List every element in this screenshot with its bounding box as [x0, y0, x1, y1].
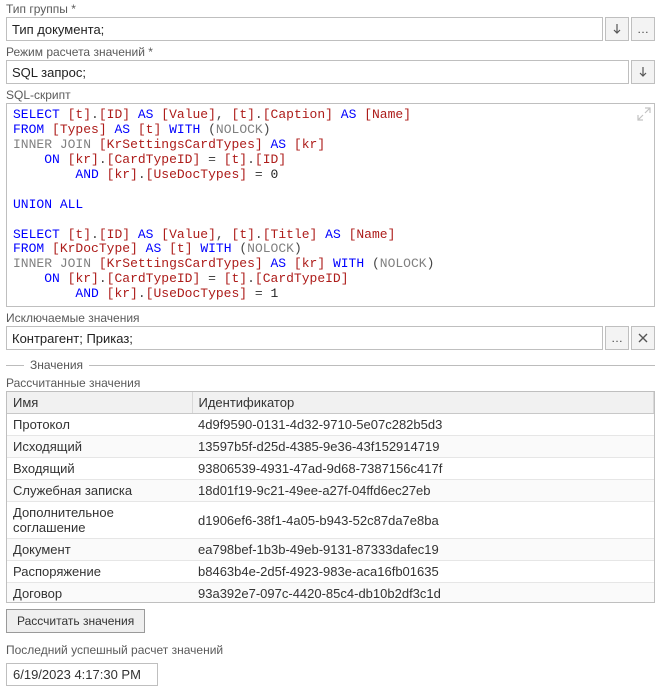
- cell-id: 4d9f9590-0131-4d32-9710-5e07c282b5d3: [192, 414, 654, 436]
- cell-name: Исходящий: [7, 436, 192, 458]
- cell-id: 13597b5f-d25d-4385-9e36-43f152914719: [192, 436, 654, 458]
- arrow-down-icon: [637, 66, 649, 78]
- values-section-title: Значения: [30, 358, 83, 372]
- cell-name: Дополнительное соглашение: [7, 502, 192, 539]
- cell-id: 93a392e7-097c-4420-85c4-db10b2df3c1d: [192, 583, 654, 603]
- values-table: Имя Идентификатор Протокол4d9f9590-0131-…: [6, 391, 655, 603]
- ellipsis-icon: …: [611, 331, 623, 345]
- table-row[interactable]: Документea798bef-1b3b-49eb-9131-87333daf…: [7, 539, 654, 561]
- group-type-dropdown-button[interactable]: [605, 17, 629, 41]
- table-row[interactable]: Договор93a392e7-097c-4420-85c4-db10b2df3…: [7, 583, 654, 603]
- calculated-values-label: Рассчитанные значения: [2, 376, 659, 390]
- sql-script-editor[interactable]: SELECT [t].[ID] AS [Value], [t].[Caption…: [6, 103, 655, 307]
- table-row[interactable]: Дополнительное соглашениеd1906ef6-38f1-4…: [7, 502, 654, 539]
- last-calc-value: 6/19/2023 4:17:30 PM: [6, 663, 158, 686]
- column-header-name[interactable]: Имя: [7, 392, 192, 414]
- group-type-browse-button[interactable]: …: [631, 17, 655, 41]
- group-type-label: Тип группы *: [6, 2, 655, 16]
- group-type-input[interactable]: [6, 17, 603, 41]
- cell-name: Входящий: [7, 458, 192, 480]
- ellipsis-icon: …: [637, 22, 649, 36]
- cell-name: Договор: [7, 583, 192, 603]
- arrow-down-icon: [611, 23, 623, 35]
- table-row[interactable]: Исходящий13597b5f-d25d-4385-9e36-43f1529…: [7, 436, 654, 458]
- table-row[interactable]: Распоряжениеb8463b4e-2d5f-4923-983e-aca1…: [7, 561, 654, 583]
- cell-name: Документ: [7, 539, 192, 561]
- cell-id: b8463b4e-2d5f-4923-983e-aca16fb01635: [192, 561, 654, 583]
- excluded-label: Исключаемые значения: [6, 311, 655, 325]
- expand-icon: [636, 106, 652, 122]
- cell-id: 93806539-4931-47ad-9d68-7387156c417f: [192, 458, 654, 480]
- cell-id: d1906ef6-38f1-4a05-b943-52c87da7e8ba: [192, 502, 654, 539]
- calc-mode-label: Режим расчета значений *: [6, 45, 655, 59]
- close-icon: [637, 332, 649, 344]
- calc-mode-input[interactable]: [6, 60, 629, 84]
- excluded-browse-button[interactable]: …: [605, 326, 629, 350]
- calculate-button[interactable]: Рассчитать значения: [6, 609, 145, 633]
- calc-mode-dropdown-button[interactable]: [631, 60, 655, 84]
- cell-name: Протокол: [7, 414, 192, 436]
- cell-id: 18d01f19-9c21-49ee-a27f-04ffd6ec27eb: [192, 480, 654, 502]
- excluded-input[interactable]: [6, 326, 603, 350]
- values-table-scroll[interactable]: Имя Идентификатор Протокол4d9f9590-0131-…: [7, 392, 654, 602]
- cell-id: ea798bef-1b3b-49eb-9131-87333dafec19: [192, 539, 654, 561]
- values-section-header: Значения: [6, 358, 655, 372]
- sql-expand-button[interactable]: [636, 106, 652, 122]
- table-row[interactable]: Служебная записка18d01f19-9c21-49ee-a27f…: [7, 480, 654, 502]
- table-row[interactable]: Протокол4d9f9590-0131-4d32-9710-5e07c282…: [7, 414, 654, 436]
- excluded-clear-button[interactable]: [631, 326, 655, 350]
- column-header-id[interactable]: Идентификатор: [192, 392, 654, 414]
- table-row[interactable]: Входящий93806539-4931-47ad-9d68-7387156c…: [7, 458, 654, 480]
- cell-name: Служебная записка: [7, 480, 192, 502]
- cell-name: Распоряжение: [7, 561, 192, 583]
- sql-script-label: SQL-скрипт: [6, 88, 655, 102]
- last-calc-label: Последний успешный расчет значений: [6, 643, 655, 657]
